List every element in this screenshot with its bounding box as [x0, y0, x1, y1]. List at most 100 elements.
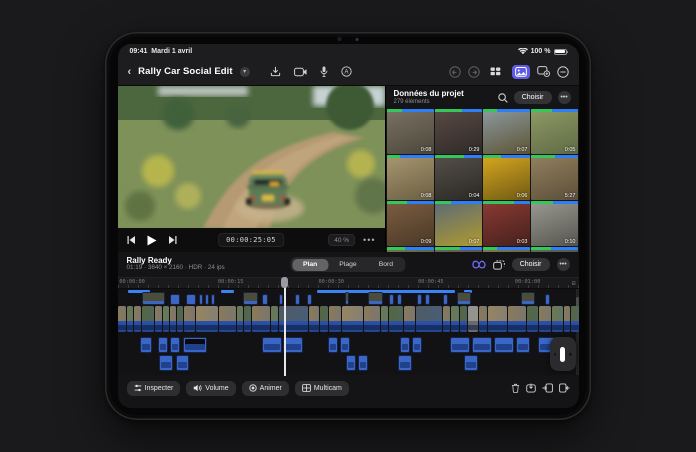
- timeline-choose-button[interactable]: Choisir: [512, 258, 550, 271]
- connected-clip[interactable]: [186, 294, 196, 305]
- storyline-clip[interactable]: [342, 306, 363, 332]
- connected-clip[interactable]: [243, 292, 258, 305]
- audio-clip[interactable]: [170, 337, 180, 353]
- timeline-ruler[interactable]: ⊟ 00:00:0000:00:1500:00:3000:00:4500:01:…: [118, 277, 579, 289]
- storyline-clip[interactable]: [488, 306, 507, 332]
- storyline-clip[interactable]: [416, 306, 441, 332]
- import-icon[interactable]: [270, 66, 281, 77]
- audio-clip[interactable]: [176, 355, 190, 371]
- viewer-zoom-level[interactable]: 40 %: [328, 234, 355, 246]
- browser-clip[interactable]: 0:09: [387, 201, 434, 246]
- browser-choose-button[interactable]: Choisir: [514, 91, 552, 104]
- storyline-clip[interactable]: [127, 306, 134, 332]
- storyline-clip[interactable]: [134, 306, 141, 332]
- audio-clip[interactable]: [472, 337, 492, 353]
- storyline-clip[interactable]: [460, 306, 468, 332]
- title-chevron-down-icon[interactable]: ▾: [240, 67, 250, 77]
- previous-frame-icon[interactable]: [127, 236, 136, 244]
- audio-clip[interactable]: [159, 355, 173, 371]
- storyline-clip[interactable]: [468, 306, 478, 332]
- audio-clip[interactable]: [400, 337, 410, 353]
- play-button[interactable]: [147, 235, 157, 246]
- connected-clip[interactable]: [307, 294, 312, 305]
- connected-clip[interactable]: [170, 294, 180, 305]
- storyline-clip[interactable]: [177, 306, 183, 332]
- storyline-clip[interactable]: [219, 306, 236, 332]
- storyline-clip[interactable]: [170, 306, 176, 332]
- audio-clip[interactable]: [494, 337, 514, 353]
- pencil-a-circle-icon[interactable]: A: [341, 66, 352, 77]
- storyline-clip[interactable]: [271, 306, 279, 332]
- storyline-clip[interactable]: [196, 306, 217, 332]
- next-frame-icon[interactable]: [168, 236, 177, 244]
- browser-clip[interactable]: 0:03: [483, 201, 530, 246]
- redo-icon[interactable]: [468, 66, 480, 78]
- storyline-clip[interactable]: [443, 306, 451, 332]
- audio-clip[interactable]: [398, 355, 412, 371]
- timeline-tab-plage[interactable]: Plage: [328, 259, 367, 271]
- timeline-more-button[interactable]: •••: [557, 258, 570, 271]
- back-button[interactable]: ‹: [128, 66, 132, 78]
- storyline-clip[interactable]: [329, 306, 341, 332]
- viewer-more-button[interactable]: •••: [363, 238, 375, 242]
- browser-clip[interactable]: 0:10: [531, 201, 578, 246]
- storyline-clip[interactable]: [571, 306, 578, 332]
- storyline-clip[interactable]: [184, 306, 196, 332]
- connected-clip[interactable]: [368, 292, 383, 305]
- connected-clip[interactable]: [142, 292, 164, 305]
- audio-clip[interactable]: [262, 337, 282, 353]
- audio-clip[interactable]: [140, 337, 152, 353]
- connected-clip[interactable]: [417, 294, 422, 305]
- timeline-tab-plan[interactable]: Plan: [292, 259, 328, 271]
- timecode-display[interactable]: 00:00:25:05: [218, 233, 284, 247]
- audio-clip[interactable]: [340, 337, 350, 353]
- audio-clip[interactable]: [283, 337, 303, 353]
- storyline-clip[interactable]: [163, 306, 169, 332]
- connected-clip[interactable]: [262, 294, 268, 305]
- connected-range-bar[interactable]: [221, 290, 234, 293]
- add-overlay-icon[interactable]: [537, 66, 550, 77]
- browser-clip[interactable]: 0:04: [435, 155, 482, 200]
- storyline-clip[interactable]: [552, 306, 564, 332]
- connected-clip[interactable]: [545, 294, 550, 305]
- storyline-clip[interactable]: [155, 306, 163, 332]
- inspector-button[interactable]: Inspecter: [127, 381, 181, 396]
- browser-more-button[interactable]: •••: [558, 91, 571, 104]
- volume-button[interactable]: Volume: [186, 381, 235, 396]
- connected-clip[interactable]: [389, 294, 394, 305]
- browser-clip[interactable]: 0:05: [531, 109, 578, 154]
- browser-clip[interactable]: 0:07: [483, 109, 530, 154]
- browser-clip[interactable]: 0:29: [435, 109, 482, 154]
- connected-clip[interactable]: [345, 292, 350, 305]
- storyline-clip[interactable]: [244, 306, 251, 332]
- audio-clip[interactable]: [158, 337, 168, 353]
- storyline-clip[interactable]: [364, 306, 380, 332]
- connected-clip[interactable]: [521, 292, 535, 305]
- insert-icon[interactable]: [542, 383, 553, 393]
- index-icon[interactable]: ⊟: [572, 280, 576, 287]
- media-browser-icon[interactable]: [512, 65, 530, 79]
- timeline-tab-bord[interactable]: Bord: [368, 259, 404, 271]
- storyline-clip[interactable]: [508, 306, 525, 332]
- overwrite-icon[interactable]: [526, 383, 536, 393]
- storyline-clip[interactable]: [237, 306, 243, 332]
- video-viewer[interactable]: [118, 86, 385, 228]
- audio-clip[interactable]: [464, 355, 478, 371]
- multicam-grid-icon[interactable]: [487, 65, 505, 79]
- storyline-clip[interactable]: [381, 306, 389, 332]
- audio-clip[interactable]: [183, 337, 207, 353]
- storyline-clip[interactable]: [118, 306, 126, 332]
- storyline-clip[interactable]: [252, 306, 270, 332]
- minus-circle-icon[interactable]: [557, 66, 569, 78]
- microphone-icon[interactable]: [320, 66, 328, 77]
- undo-icon[interactable]: [449, 66, 461, 78]
- jog-wheel[interactable]: [550, 337, 576, 371]
- project-title[interactable]: Rally Car Social Edit: [138, 66, 233, 77]
- audio-clip[interactable]: [346, 355, 356, 371]
- storyline-clip[interactable]: [479, 306, 487, 332]
- storyline-clip[interactable]: [527, 306, 539, 332]
- playhead[interactable]: [284, 277, 285, 376]
- storyline-clip[interactable]: [320, 306, 328, 332]
- storyline-clip[interactable]: [142, 306, 154, 332]
- audio-clip[interactable]: [328, 337, 338, 353]
